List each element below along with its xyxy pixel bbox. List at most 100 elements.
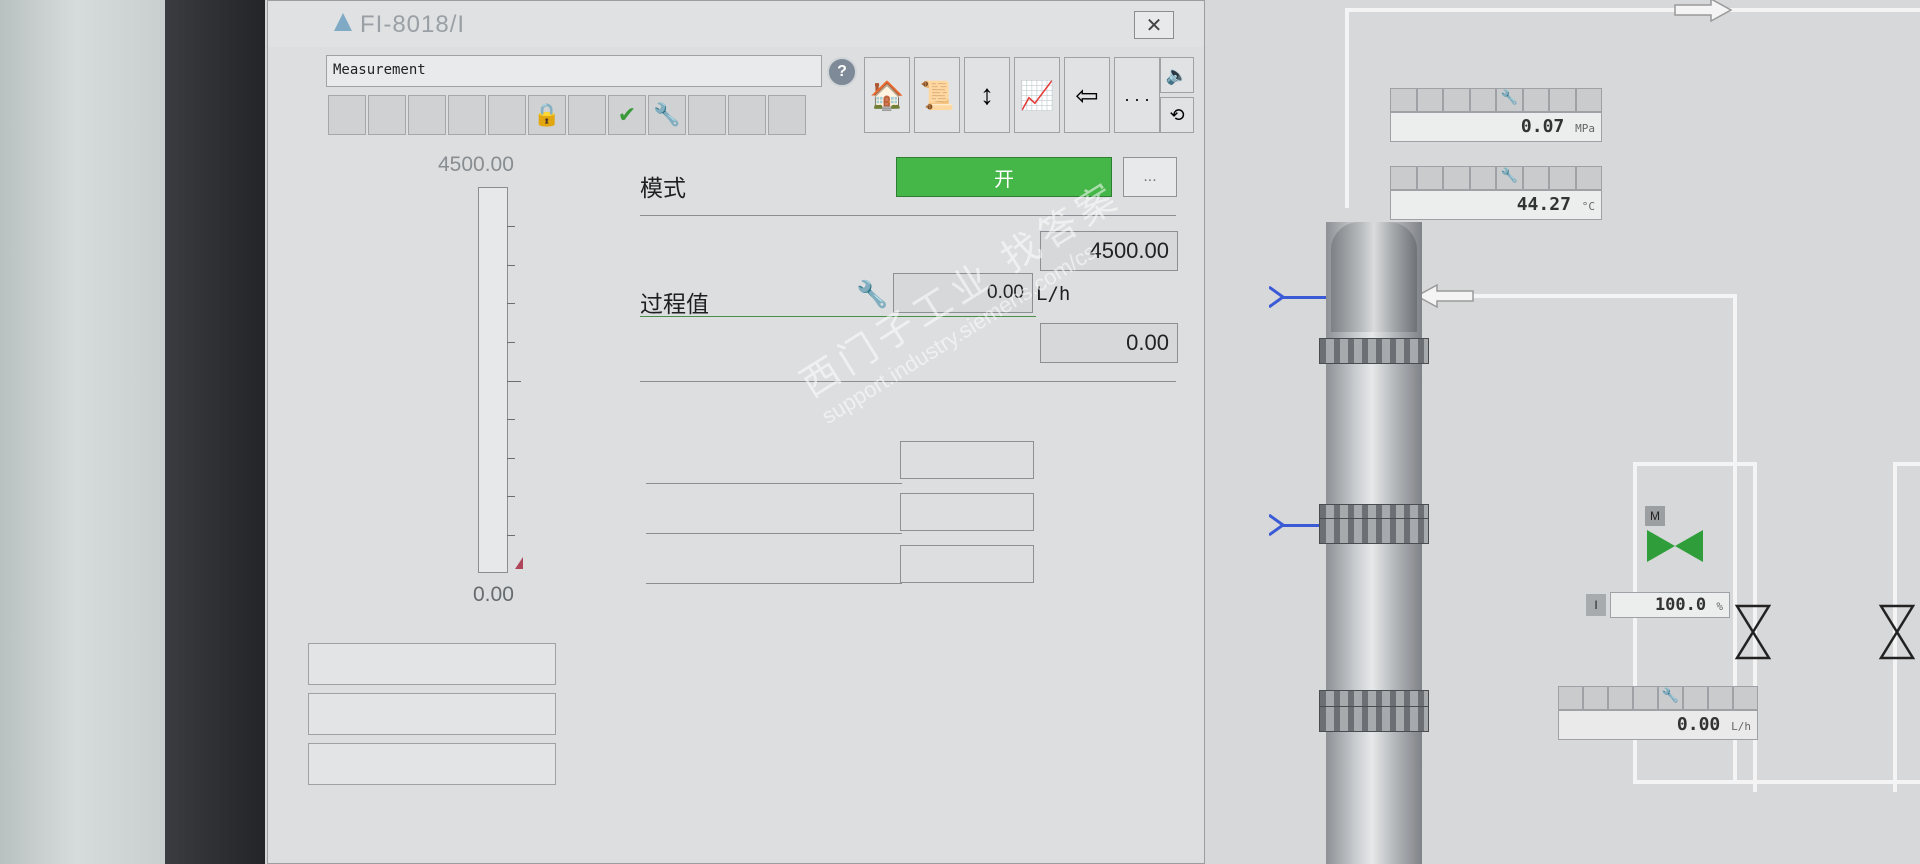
motor-valve-icon[interactable] — [1645, 526, 1705, 566]
flange — [1319, 518, 1429, 544]
mode-button[interactable]: 开 — [896, 157, 1112, 197]
mini-status-row: 🔧 — [1390, 166, 1602, 190]
mini-status-row: 🔧 — [1390, 88, 1602, 112]
divider — [646, 583, 902, 584]
status-slot — [328, 95, 366, 135]
monitor-bezel — [165, 0, 270, 864]
limits-icon: ↕ — [980, 79, 994, 110]
divider — [640, 381, 1176, 382]
bar-tick — [507, 342, 515, 343]
flange — [1319, 338, 1429, 364]
close-button[interactable]: ✕ — [1134, 11, 1174, 39]
inlet-pipe — [1281, 296, 1327, 299]
trend-view-button[interactable]: 📈 — [1014, 57, 1060, 133]
pipe — [1633, 780, 1920, 784]
temperature-value: 44.27 °C — [1390, 190, 1602, 220]
limits-view-button[interactable]: ↕ — [964, 57, 1010, 133]
lock-icon[interactable]: 🔒 — [528, 95, 566, 135]
bar-graph — [478, 187, 521, 573]
pv-field: 0.00 — [893, 273, 1033, 313]
pipe — [1345, 8, 1920, 12]
flow-value: 0.00 L/h — [1558, 710, 1758, 740]
wall-background — [0, 0, 170, 864]
batch-icon: 📜 — [919, 79, 955, 111]
temperature-block-icon[interactable]: 🔧 44.27 °C — [1390, 166, 1602, 220]
bar-tick — [507, 535, 515, 536]
window-title: FI-8018/I — [360, 11, 466, 38]
titlebar: FI-8018/I ✕ — [268, 1, 1204, 47]
message-line — [308, 643, 556, 685]
status-slot — [408, 95, 446, 135]
faceplate-window: FI-8018/I ✕ Measurement ? 🔒 ✔ 🔧 🏠 📜 ↕ � — [267, 0, 1205, 864]
reset-icon: ⟲ — [1169, 104, 1185, 125]
bar-pv-marker — [515, 557, 523, 569]
status-slot — [728, 95, 766, 135]
bar-tick — [507, 496, 515, 497]
bar-tick — [507, 303, 515, 304]
pipe — [1893, 462, 1920, 466]
bar-tick — [507, 265, 515, 266]
home-icon: 🏠 — [869, 79, 905, 111]
pv-unit: L/h — [1036, 283, 1071, 305]
tag-name-field[interactable]: Measurement — [326, 55, 822, 87]
pressure-block-icon[interactable]: 🔧 0.07 MPa — [1390, 88, 1602, 142]
more-views-button[interactable]: . . . — [1114, 57, 1160, 133]
high-limit-field[interactable]: 4500.00 — [1040, 231, 1178, 271]
flow-block-icon[interactable]: 🔧 0.00 L/h — [1558, 686, 1758, 740]
message-line — [308, 693, 556, 735]
temperature-unit: °C — [1581, 200, 1595, 213]
mode-label: 模式 — [640, 175, 686, 201]
message-line — [308, 743, 556, 785]
pressure-unit: MPa — [1575, 122, 1595, 135]
reset-button[interactable]: ⟲ — [1160, 97, 1194, 133]
divider — [646, 483, 902, 484]
more-icon: . . . — [1124, 84, 1150, 105]
flow-number: 0.00 — [1676, 714, 1721, 735]
mini-status-row: 🔧 — [1558, 686, 1758, 710]
pv-label: 过程值 — [640, 291, 709, 317]
divider — [640, 215, 1176, 216]
process-graphic: 🔧 0.07 MPa 🔧 44.27 °C M I 100.0 % 🔧 0.00… — [1205, 0, 1920, 864]
speaker-icon: 🔈 — [1165, 64, 1189, 85]
bar-tick — [507, 419, 515, 420]
status-slot — [488, 95, 526, 135]
ack-view-button[interactable]: ⇦ — [1064, 57, 1110, 133]
valve-position-field: 100.0 % — [1610, 592, 1730, 618]
help-button[interactable]: ? — [827, 57, 857, 87]
home-view-button[interactable]: 🏠 — [864, 57, 910, 133]
divider — [646, 533, 902, 534]
wrench-icon[interactable]: 🔧 — [648, 95, 686, 135]
mode-more-button[interactable]: ... — [1123, 157, 1177, 197]
screen: FI-8018/I ✕ Measurement ? 🔒 ✔ 🔧 🏠 📜 ↕ � — [265, 0, 1920, 864]
empty-field — [900, 545, 1034, 583]
temperature-number: 44.27 — [1516, 194, 1571, 215]
pipe — [1633, 462, 1753, 466]
simulation-wrench-icon: 🔧 — [856, 279, 889, 309]
bar-max-label: 4500.00 — [438, 153, 514, 176]
empty-field — [900, 493, 1034, 531]
valve-position-unit: % — [1716, 600, 1723, 613]
bar-tick — [507, 226, 515, 227]
bar-tick — [507, 381, 521, 382]
hand-valve-icon[interactable] — [1733, 604, 1773, 660]
status-slot — [448, 95, 486, 135]
divider — [640, 316, 1036, 317]
batch-view-button[interactable]: 📜 — [914, 57, 960, 133]
flow-arrow-icon — [1674, 0, 1733, 23]
bar-min-label: 0.00 — [473, 583, 514, 606]
status-slot — [368, 95, 406, 135]
ack-icon: ⇦ — [1075, 79, 1099, 111]
bar-tick — [507, 458, 515, 459]
column-top — [1331, 222, 1417, 332]
status-bar: 🔒 ✔ 🔧 — [328, 95, 806, 135]
speaker-button[interactable]: 🔈 — [1160, 57, 1194, 93]
hand-valve-icon[interactable] — [1877, 604, 1917, 660]
status-slot — [688, 95, 726, 135]
flange — [1319, 706, 1429, 732]
low-limit-field[interactable]: 0.00 — [1040, 323, 1178, 363]
flow-arrow-icon — [1415, 283, 1474, 309]
trend-icon: 📈 — [1019, 79, 1055, 111]
status-slot — [568, 95, 606, 135]
check-icon[interactable]: ✔ — [608, 95, 646, 135]
status-slot — [768, 95, 806, 135]
